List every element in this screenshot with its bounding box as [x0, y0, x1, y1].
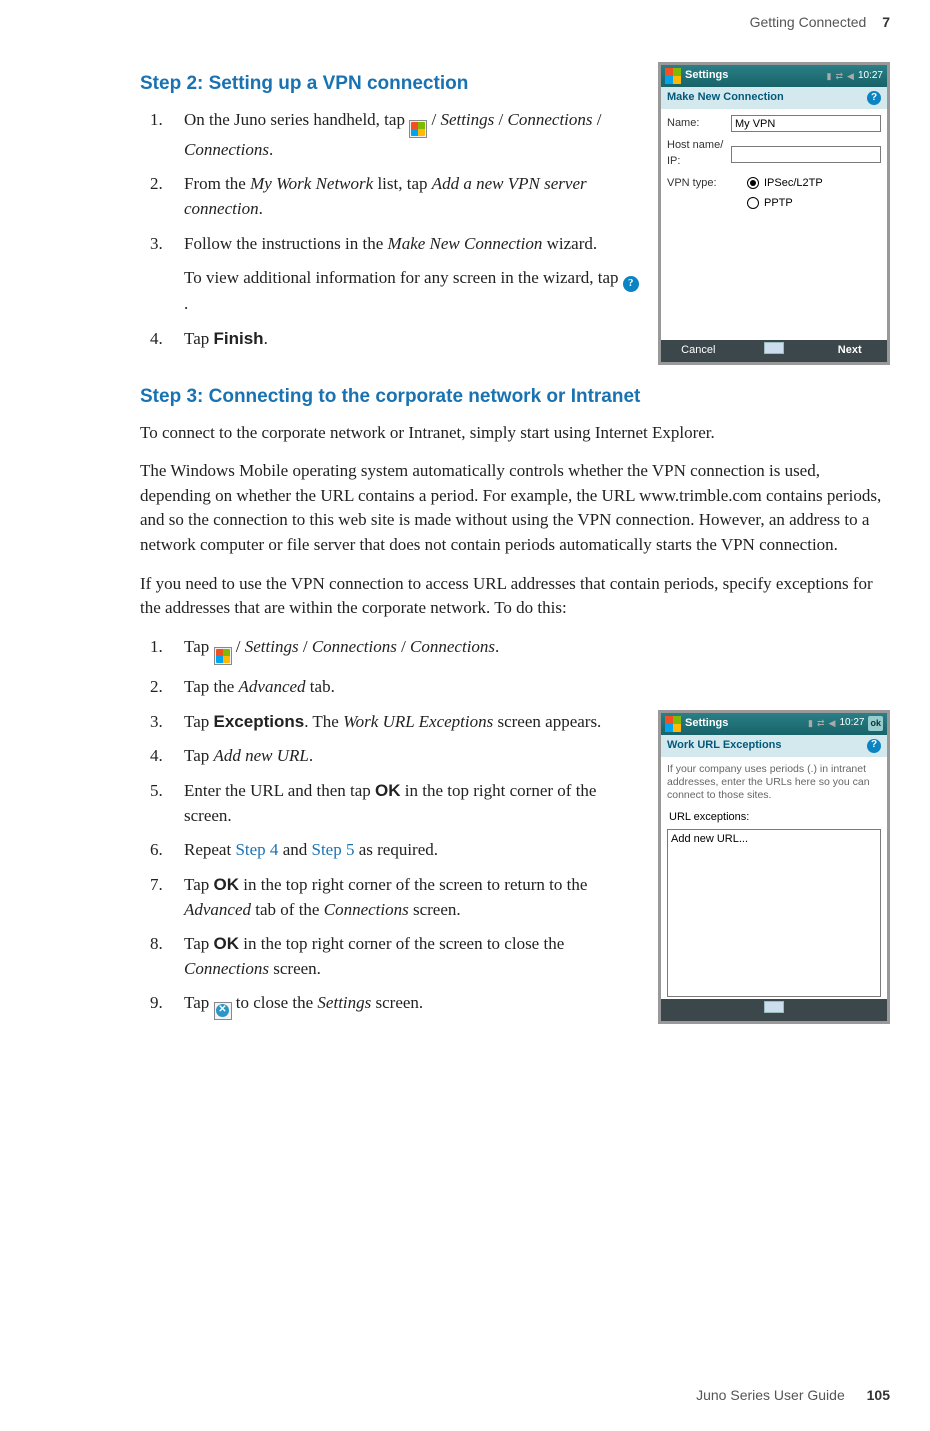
body-text: If you need to use the VPN connection to… — [140, 572, 890, 621]
url-exceptions-list[interactable]: Add new URL... — [667, 829, 881, 997]
vpn-type-option-pptp[interactable]: PPTP — [747, 196, 823, 212]
step3-list-a: 1. Tap / Settings / Connections / Connec… — [140, 635, 890, 700]
list-item: 2. From the My Work Network list, tap Ad… — [140, 172, 640, 221]
softkey-bar: Cancel Next — [661, 340, 887, 362]
page-footer: Juno Series User Guide 105 — [696, 1385, 890, 1405]
body-text: The Windows Mobile operating system auto… — [140, 459, 890, 558]
next-button[interactable]: Next — [812, 343, 887, 359]
link-step5[interactable]: Step 5 — [311, 840, 354, 859]
list-item: 1. On the Juno series handheld, tap / Se… — [140, 108, 640, 163]
screenshot-vpn-connection: Settings ▮ ⇄ ◀ 10:27 Make New Connection… — [658, 62, 890, 365]
screen-subtitle: Work URL Exceptions ? — [661, 735, 887, 757]
keyboard-icon[interactable] — [764, 1001, 784, 1013]
link-step4[interactable]: Step 4 — [235, 840, 278, 859]
url-exceptions-label: URL exceptions: — [669, 810, 881, 826]
signal-icon: ▮ — [808, 717, 813, 730]
titlebar: Settings ▮ ⇄ ◀ 10:27 — [661, 65, 887, 87]
radio-selected-icon — [747, 177, 759, 189]
ok-button[interactable]: ok — [868, 716, 883, 731]
step2-list: 1. On the Juno series handheld, tap / Se… — [140, 108, 640, 352]
softkey-bar — [661, 999, 887, 1021]
close-icon: ✕ — [214, 1002, 232, 1020]
window-title: Settings — [685, 68, 728, 84]
help-icon[interactable]: ? — [867, 739, 881, 753]
chapter-number: 7 — [882, 14, 890, 30]
window-title: Settings — [685, 716, 728, 732]
list-item: 5. Enter the URL and then tap OK in the … — [140, 779, 640, 828]
connectivity-icon: ⇄ — [836, 70, 844, 83]
help-icon[interactable]: ? — [867, 91, 881, 105]
add-new-url-row[interactable]: Add new URL... — [671, 832, 877, 848]
name-label: Name: — [667, 116, 731, 132]
signal-icon: ▮ — [827, 70, 832, 83]
volume-icon: ◀ — [829, 717, 836, 730]
step3-heading: Step 3: Connecting to the corporate netw… — [140, 383, 890, 411]
vpn-type-label: VPN type: — [667, 176, 747, 192]
volume-icon: ◀ — [847, 70, 854, 83]
list-item: 9. Tap ✕ to close the Settings screen. — [140, 991, 640, 1019]
connectivity-icon: ⇄ — [817, 717, 825, 730]
list-item: 7. Tap OK in the top right corner of the… — [140, 873, 640, 922]
list-item: 4. Tap Add new URL. — [140, 744, 640, 769]
list-item: 8. Tap OK in the top right corner of the… — [140, 932, 640, 981]
vpn-type-option-ipsec[interactable]: IPSec/L2TP — [747, 176, 823, 192]
info-text: If your company uses periods (.) in intr… — [667, 763, 881, 806]
keyboard-icon[interactable] — [764, 342, 784, 354]
section-name: Getting Connected — [750, 14, 867, 30]
body-text: To connect to the corporate network or I… — [140, 421, 890, 446]
cancel-button[interactable]: Cancel — [661, 343, 736, 359]
list-item: 3. Follow the instructions in the Make N… — [140, 232, 640, 317]
name-input[interactable] — [731, 115, 881, 132]
help-icon: ? — [623, 276, 639, 292]
clock: 10:27 — [858, 69, 883, 84]
host-label: Host name/ IP: — [667, 138, 731, 170]
page-number: 105 — [867, 1387, 890, 1403]
titlebar: Settings ▮ ⇄ ◀ 10:27 ok — [661, 713, 887, 735]
list-item: 3. Tap Exceptions. The Work URL Exceptio… — [140, 710, 640, 735]
list-item: 6. Repeat Step 4 and Step 5 as required. — [140, 838, 640, 863]
start-icon — [214, 647, 232, 665]
list-item: 2. Tap the Advanced tab. — [140, 675, 890, 700]
host-input[interactable] — [731, 146, 881, 163]
screen-subtitle: Make New Connection ? — [661, 87, 887, 109]
clock: 10:27 — [839, 716, 864, 731]
list-item: 4. Tap Finish. — [140, 327, 640, 352]
page-header: Getting Connected 7 — [140, 12, 890, 32]
start-icon[interactable] — [665, 68, 681, 84]
start-icon[interactable] — [665, 716, 681, 732]
start-icon — [409, 120, 427, 138]
radio-icon — [747, 197, 759, 209]
step3-list-b: 3. Tap Exceptions. The Work URL Exceptio… — [140, 710, 640, 1020]
screenshot-url-exceptions: Settings ▮ ⇄ ◀ 10:27 ok Work URL Excepti… — [658, 710, 890, 1024]
step2-heading: Step 2: Setting up a VPN connection — [140, 70, 640, 98]
book-title: Juno Series User Guide — [696, 1387, 845, 1403]
list-item: 1. Tap / Settings / Connections / Connec… — [140, 635, 890, 665]
